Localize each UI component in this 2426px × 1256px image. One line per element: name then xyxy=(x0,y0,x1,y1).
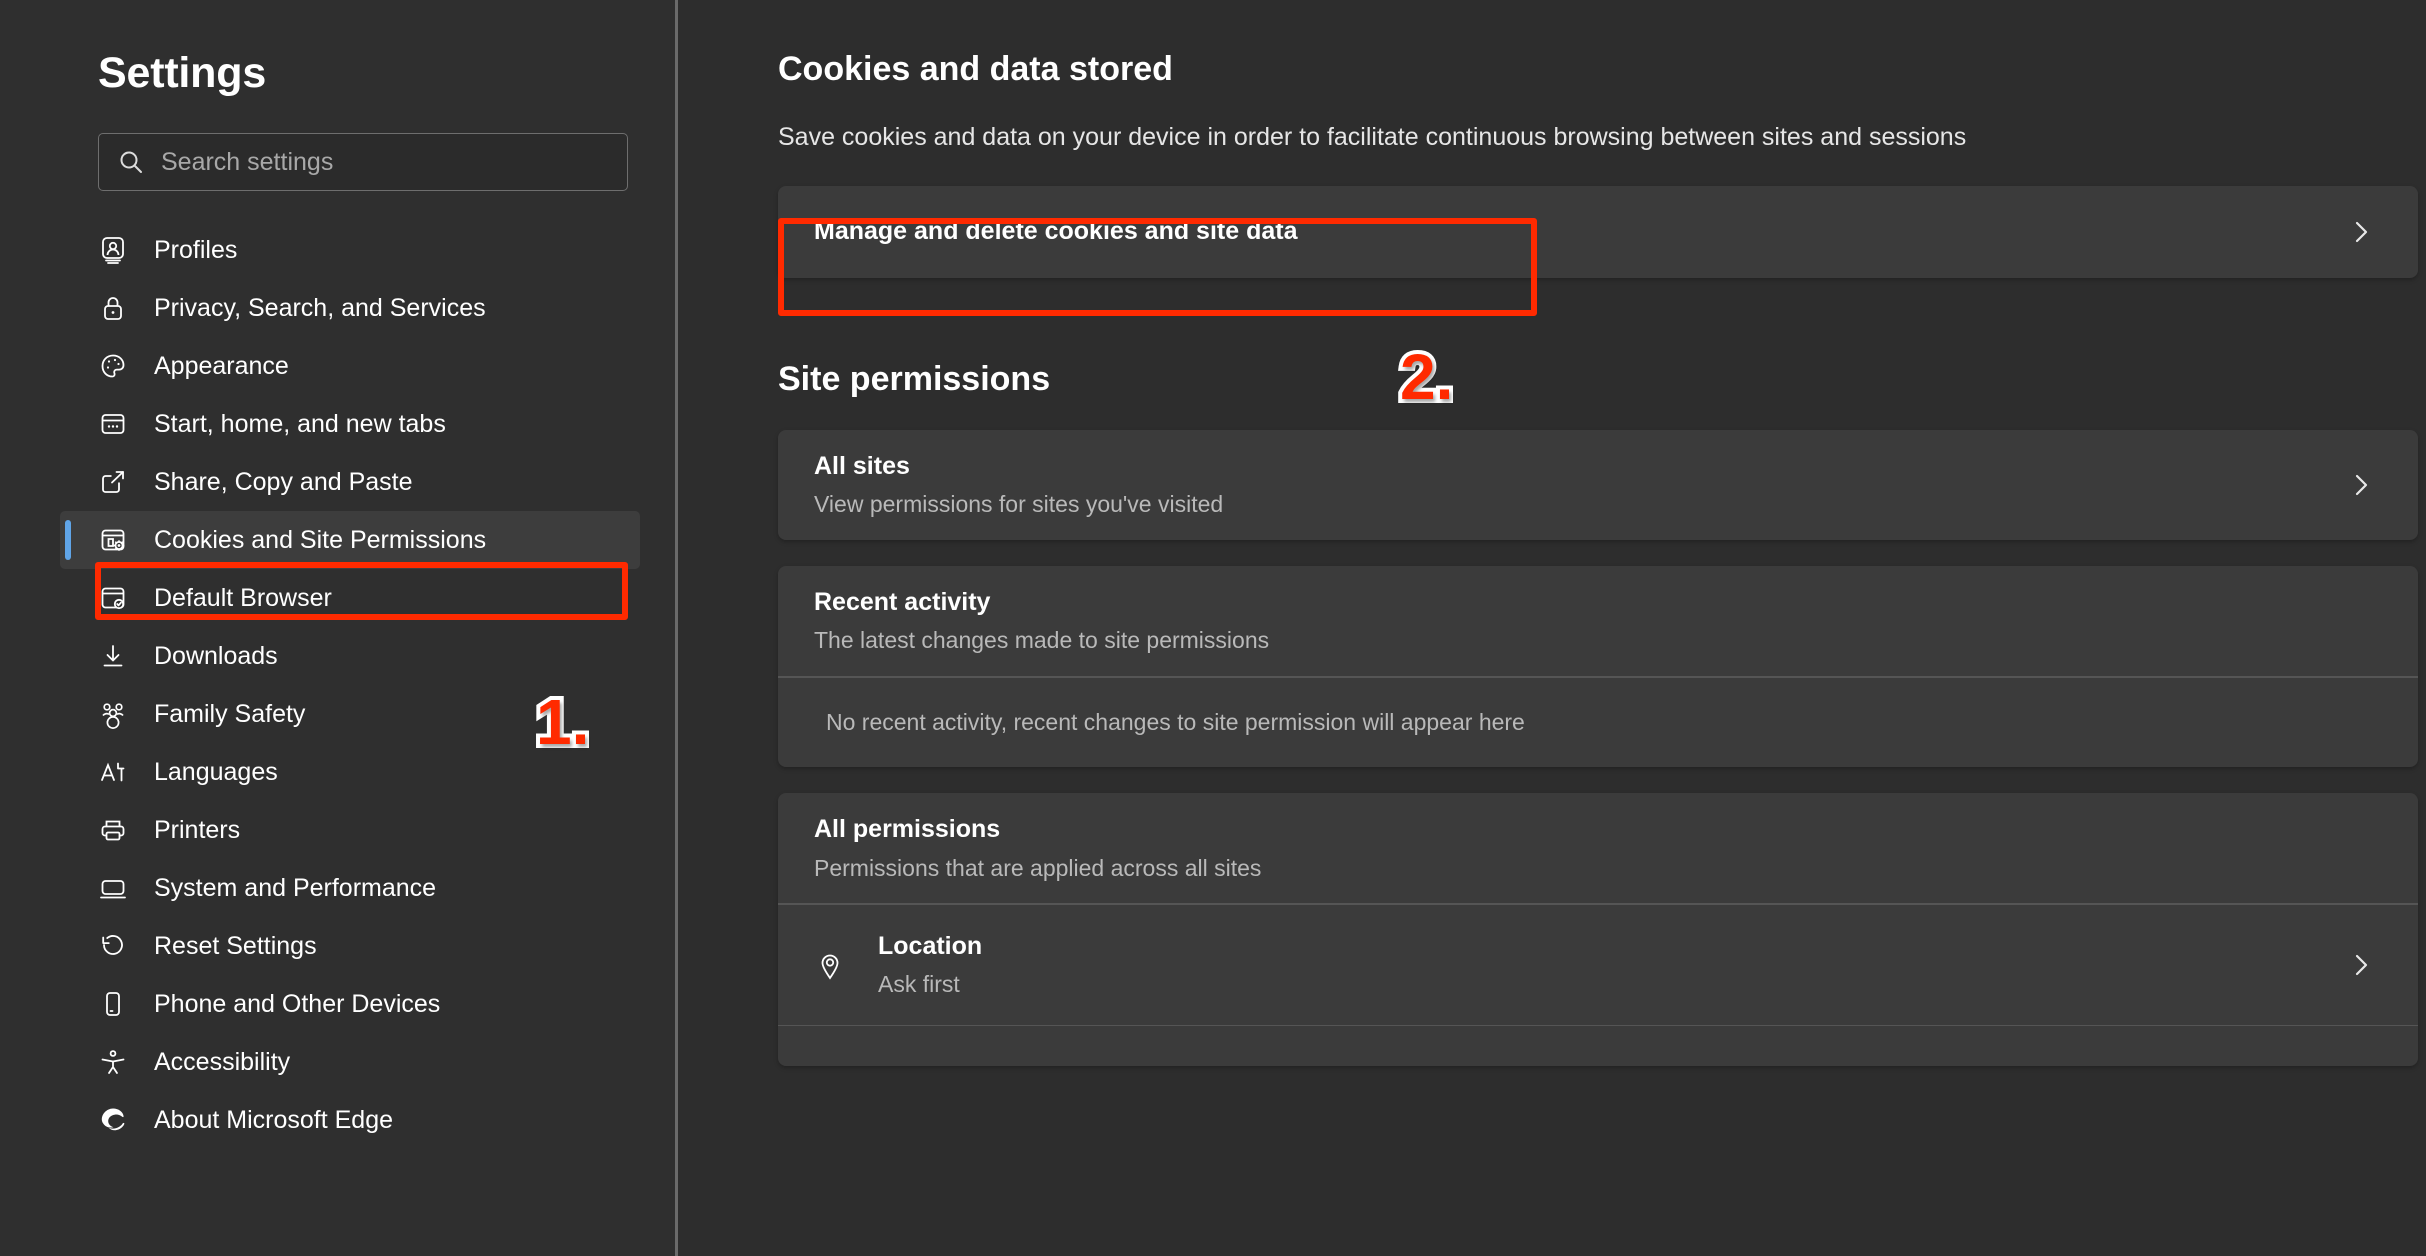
all-permissions-card: All permissions Permissions that are app… xyxy=(778,793,2418,1066)
search-icon xyxy=(117,148,145,176)
phone-icon xyxy=(98,989,128,1019)
manage-button-label: Manage and delete cookies and site data xyxy=(814,216,2344,247)
sidebar-item-reset-settings[interactable]: Reset Settings xyxy=(60,917,640,975)
permission-row-location[interactable]: Location Ask first xyxy=(778,905,2418,1025)
browser-check-icon xyxy=(98,583,128,613)
sidebar-item-label: Profiles xyxy=(154,238,237,263)
browser-tabs-icon xyxy=(98,409,128,439)
reset-arrow-icon xyxy=(98,931,128,961)
lock-icon xyxy=(98,293,128,323)
sidebar-item-languages[interactable]: Languages xyxy=(60,743,640,801)
location-pin-icon xyxy=(814,949,846,981)
recent-activity-empty-note: No recent activity, recent changes to si… xyxy=(778,678,2418,768)
sidebar-item-label: Privacy, Search, and Services xyxy=(154,296,486,321)
sidebar-item-label: Printers xyxy=(154,818,240,843)
cookies-section-title: Cookies and data stored xyxy=(778,52,2410,86)
permission-value: Ask first xyxy=(878,970,2312,999)
settings-page: Settings Profiles xyxy=(0,0,2426,1256)
sidebar-item-label: Accessibility xyxy=(154,1050,290,1075)
sidebar-item-cookies-and-site-permissions[interactable]: Cookies and Site Permissions xyxy=(60,511,640,569)
settings-sidebar: Settings Profiles xyxy=(0,0,678,1256)
sidebar-item-label: Appearance xyxy=(154,354,289,379)
sidebar-item-about-microsoft-edge[interactable]: About Microsoft Edge xyxy=(60,1091,640,1149)
chevron-right-icon xyxy=(2344,948,2378,982)
card-title: All permissions xyxy=(814,814,2378,845)
cookies-gear-icon xyxy=(98,525,128,555)
sidebar-item-accessibility[interactable]: Accessibility xyxy=(60,1033,640,1091)
recent-activity-card: Recent activity The latest changes made … xyxy=(778,566,2418,767)
sidebar-item-family-safety[interactable]: Family Safety xyxy=(60,685,640,743)
sidebar-item-system-and-performance[interactable]: System and Performance xyxy=(60,859,640,917)
sidebar-item-label: Phone and Other Devices xyxy=(154,992,440,1017)
permission-label: Location xyxy=(878,931,2312,962)
chevron-right-icon xyxy=(2344,468,2378,502)
selected-indicator xyxy=(65,520,71,560)
card-title: All sites xyxy=(814,451,2344,482)
edge-logo-icon xyxy=(98,1105,128,1135)
settings-content: Cookies and data stored Save cookies and… xyxy=(678,0,2426,1256)
sidebar-item-label: Languages xyxy=(154,760,278,785)
card-title: Recent activity xyxy=(814,587,2378,618)
sidebar-item-label: Default Browser xyxy=(154,586,332,611)
site-permissions-title: Site permissions xyxy=(778,362,2410,396)
printer-icon xyxy=(98,815,128,845)
card-subtitle: View permissions for sites you've visite… xyxy=(814,490,2344,519)
sidebar-item-start-home-new-tabs[interactable]: Start, home, and new tabs xyxy=(60,395,640,453)
sidebar-item-printers[interactable]: Printers xyxy=(60,801,640,859)
sidebar-item-label: About Microsoft Edge xyxy=(154,1108,393,1133)
sidebar-item-label: Reset Settings xyxy=(154,934,317,959)
sidebar-item-label: Cookies and Site Permissions xyxy=(154,528,486,553)
card-subtitle: The latest changes made to site permissi… xyxy=(814,626,2378,655)
search-settings-box[interactable] xyxy=(98,133,628,191)
download-arrow-icon xyxy=(98,641,128,671)
search-input[interactable] xyxy=(161,148,609,177)
sidebar-item-label: Start, home, and new tabs xyxy=(154,412,446,437)
card-subtitle: Permissions that are applied across all … xyxy=(814,854,2378,883)
sidebar-item-privacy-search-services[interactable]: Privacy, Search, and Services xyxy=(60,279,640,337)
sidebar-item-default-browser[interactable]: Default Browser xyxy=(60,569,640,627)
accessibility-icon xyxy=(98,1047,128,1077)
sidebar-item-label: Downloads xyxy=(154,644,278,669)
card-partial-row xyxy=(778,1026,2418,1066)
sidebar-nav: Profiles Privacy, Search, and Services xyxy=(0,221,678,1149)
sidebar-item-label: Family Safety xyxy=(154,702,305,727)
page-title: Settings xyxy=(98,52,678,95)
people-icon xyxy=(98,699,128,729)
manage-and-delete-cookies-button[interactable]: Manage and delete cookies and site data xyxy=(778,186,2418,278)
sidebar-item-appearance[interactable]: Appearance xyxy=(60,337,640,395)
palette-icon xyxy=(98,351,128,381)
share-icon xyxy=(98,467,128,497)
monitor-icon xyxy=(98,873,128,903)
cookies-section-description: Save cookies and data on your device in … xyxy=(778,122,2410,152)
sidebar-item-profiles[interactable]: Profiles xyxy=(60,221,640,279)
sidebar-item-downloads[interactable]: Downloads xyxy=(60,627,640,685)
all-sites-card[interactable]: All sites View permissions for sites you… xyxy=(778,430,2418,540)
sidebar-item-label: Share, Copy and Paste xyxy=(154,470,413,495)
sidebar-item-label: System and Performance xyxy=(154,876,436,901)
profile-icon xyxy=(98,235,128,265)
sidebar-item-phone-and-other-devices[interactable]: Phone and Other Devices xyxy=(60,975,640,1033)
chevron-right-icon xyxy=(2344,215,2378,249)
sidebar-item-share-copy-paste[interactable]: Share, Copy and Paste xyxy=(60,453,640,511)
translate-icon xyxy=(98,757,128,787)
